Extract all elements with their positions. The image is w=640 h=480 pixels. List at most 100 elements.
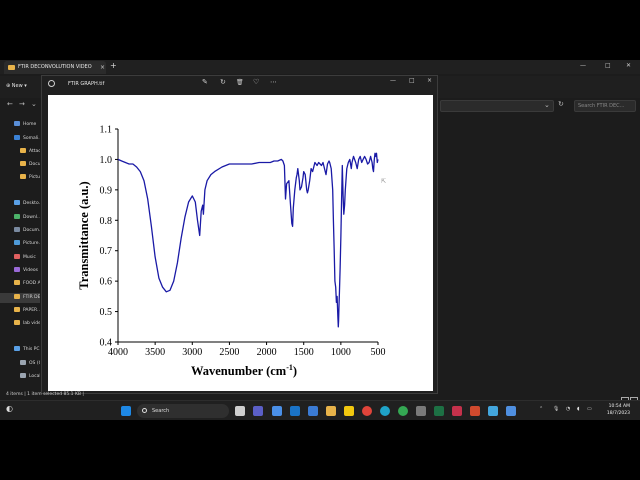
sidebar-item-label: Attac...	[29, 149, 40, 154]
volume-icon[interactable]: ◖	[577, 406, 580, 412]
zoom-icon[interactable]	[272, 406, 282, 416]
notepad-icon[interactable]	[488, 406, 498, 416]
sidebar-item[interactable]: lab vide...	[0, 319, 40, 329]
excel-icon[interactable]	[434, 406, 444, 416]
sidebar-item-label: Music	[23, 255, 36, 260]
y-tick-label: 0.5	[100, 307, 113, 318]
back-arrow-icon[interactable]: ←	[7, 100, 13, 108]
sidebar-item[interactable]: Home	[0, 120, 40, 130]
sidebar-item[interactable]: PAPER...	[0, 306, 40, 316]
sidebar-item[interactable]: OS (C...	[0, 359, 40, 369]
minimize-icon[interactable]: —	[580, 62, 586, 69]
chevron-up-icon[interactable]: ⌃	[539, 406, 543, 412]
taskbar: ◐ Search ⌃ 🎙 ◔ ◖ ▭ 10:54 AM 18/7/2023	[0, 400, 640, 420]
sidebar-item[interactable]: This PC	[0, 345, 40, 355]
chrome-icon[interactable]	[398, 406, 408, 416]
system-clock[interactable]: 10:54 AM 18/7/2023	[596, 403, 630, 417]
chevron-down-icon[interactable]: ⌄	[31, 100, 37, 108]
delete-icon[interactable]: 🗑	[236, 79, 244, 86]
store-icon[interactable]	[290, 406, 300, 416]
sidebar-item[interactable]: Deskto...	[0, 199, 40, 209]
app-icon[interactable]	[416, 406, 426, 416]
sidebar-item[interactable]: FOOD A...	[0, 279, 40, 289]
folder-icon	[8, 65, 15, 70]
edge-icon[interactable]	[380, 406, 390, 416]
sidebar-item-label: Home	[23, 122, 37, 127]
sidebar-item-label: Local...	[29, 374, 40, 379]
maximize-icon[interactable]: □	[605, 62, 611, 69]
tab-ftir-deconvolution[interactable]: FTIR DECONVOLUTION VIDEO ×	[4, 61, 106, 74]
explorer-sidebar: Home Somali... Attac... Docu... Pictur... Des…	[0, 116, 40, 406]
wifi-icon[interactable]: ◔	[566, 406, 570, 412]
sidebar-item[interactable]: Attac...	[0, 147, 40, 157]
x-tick-label: 2000	[257, 347, 277, 358]
desktop-icon	[14, 200, 20, 205]
settings-icon[interactable]	[470, 406, 480, 416]
sidebar-item[interactable]: Docum...	[0, 226, 40, 236]
x-tick-label: 2500	[219, 347, 239, 358]
view-toggle[interactable]	[620, 390, 638, 405]
more-options-icon[interactable]: ⋯	[270, 78, 277, 86]
viewer-minimize-icon[interactable]: —	[390, 77, 396, 84]
sidebar-item[interactable]: Downl...	[0, 213, 40, 223]
x-tick-label: 3500	[145, 347, 165, 358]
sidebar-item-label: Docu...	[29, 162, 40, 167]
file-explorer-icon[interactable]	[326, 406, 336, 416]
viewer-maximize-icon[interactable]: □	[409, 77, 415, 84]
x-axis-label: Wavenumber (cm-1)	[191, 363, 297, 378]
rotate-icon[interactable]: ↻	[220, 78, 226, 86]
y-tick-label: 0.6	[100, 277, 113, 288]
forward-arrow-icon[interactable]: →	[19, 100, 25, 108]
viewer-close-icon[interactable]: ×	[427, 77, 432, 84]
sidebar-item[interactable]: Music	[0, 253, 40, 263]
sidebar-item[interactable]: Docu...	[0, 160, 40, 170]
sidebar-item-label: lab vide...	[23, 321, 40, 326]
address-bar[interactable]	[440, 100, 554, 112]
battery-icon[interactable]: ▭	[587, 406, 592, 412]
microphone-icon[interactable]: 🎙	[553, 406, 559, 412]
new-tab-button[interactable]: +	[110, 61, 117, 70]
new-button[interactable]: ⊕ New ▾	[6, 80, 27, 92]
cloud-icon	[14, 135, 20, 140]
teams-icon[interactable]	[253, 406, 263, 416]
edit-icon[interactable]: ✎	[202, 78, 208, 86]
task-view-icon[interactable]	[235, 406, 245, 416]
sidebar-item[interactable]: Somali...	[0, 134, 40, 144]
sidebar-item-label: Videos	[23, 268, 38, 273]
mail-icon[interactable]	[308, 406, 318, 416]
pictures-icon	[14, 240, 20, 245]
photos-app-icon	[48, 80, 55, 87]
start-icon[interactable]	[121, 406, 131, 416]
favorite-icon[interactable]: ♡	[253, 78, 259, 86]
taskbar-search[interactable]: Search	[137, 404, 229, 418]
powerpoint-icon[interactable]	[452, 406, 462, 416]
close-icon[interactable]: ✕	[626, 62, 631, 69]
folder-icon	[20, 161, 26, 166]
sidebar-item[interactable]: Videos	[0, 266, 40, 276]
sidebar-item[interactable]: Pictur...	[0, 173, 40, 183]
drive-icon	[20, 373, 26, 378]
refresh-icon[interactable]: ↻	[558, 100, 564, 108]
search-input[interactable]: Search FTIR DEC...	[574, 100, 636, 112]
sticky-notes-icon[interactable]	[344, 406, 354, 416]
photos-icon[interactable]	[506, 406, 516, 416]
clock-time: 10:54 AM	[608, 404, 630, 409]
weather-icon[interactable]: ◐	[6, 404, 13, 413]
photo-viewer-window: FTIR GRAPH.tif ✎ ↻ 🗑 ♡ ⋯ — □ × 4000 3500 3…	[41, 75, 438, 394]
sidebar-item-label: OS (C...	[29, 361, 40, 366]
sidebar-item-label: PAPER...	[23, 308, 40, 313]
sidebar-item[interactable]: FTIR DE...	[0, 293, 40, 303]
y-tick-label: 0.7	[100, 246, 113, 257]
ftir-chart: 4000 3500 3000 2500 2000 1500 1000 500 0.4 0.5 0.6…	[77, 125, 386, 379]
opera-icon[interactable]	[362, 406, 372, 416]
x-tick-label: 500	[371, 347, 386, 358]
sidebar-item[interactable]: Picture...	[0, 239, 40, 249]
x-tick-label: 3000	[182, 347, 202, 358]
mouse-cursor-icon: ⇱	[381, 178, 387, 185]
address-dropdown-icon[interactable]: ⌄	[544, 101, 550, 109]
tab-close-icon[interactable]: ×	[100, 61, 105, 74]
sidebar-item-label: Somali...	[23, 136, 40, 141]
sidebar-item-label: Deskto...	[23, 201, 40, 206]
y-tick-label: 0.9	[100, 185, 113, 196]
sidebar-item[interactable]: Local...	[0, 372, 40, 382]
